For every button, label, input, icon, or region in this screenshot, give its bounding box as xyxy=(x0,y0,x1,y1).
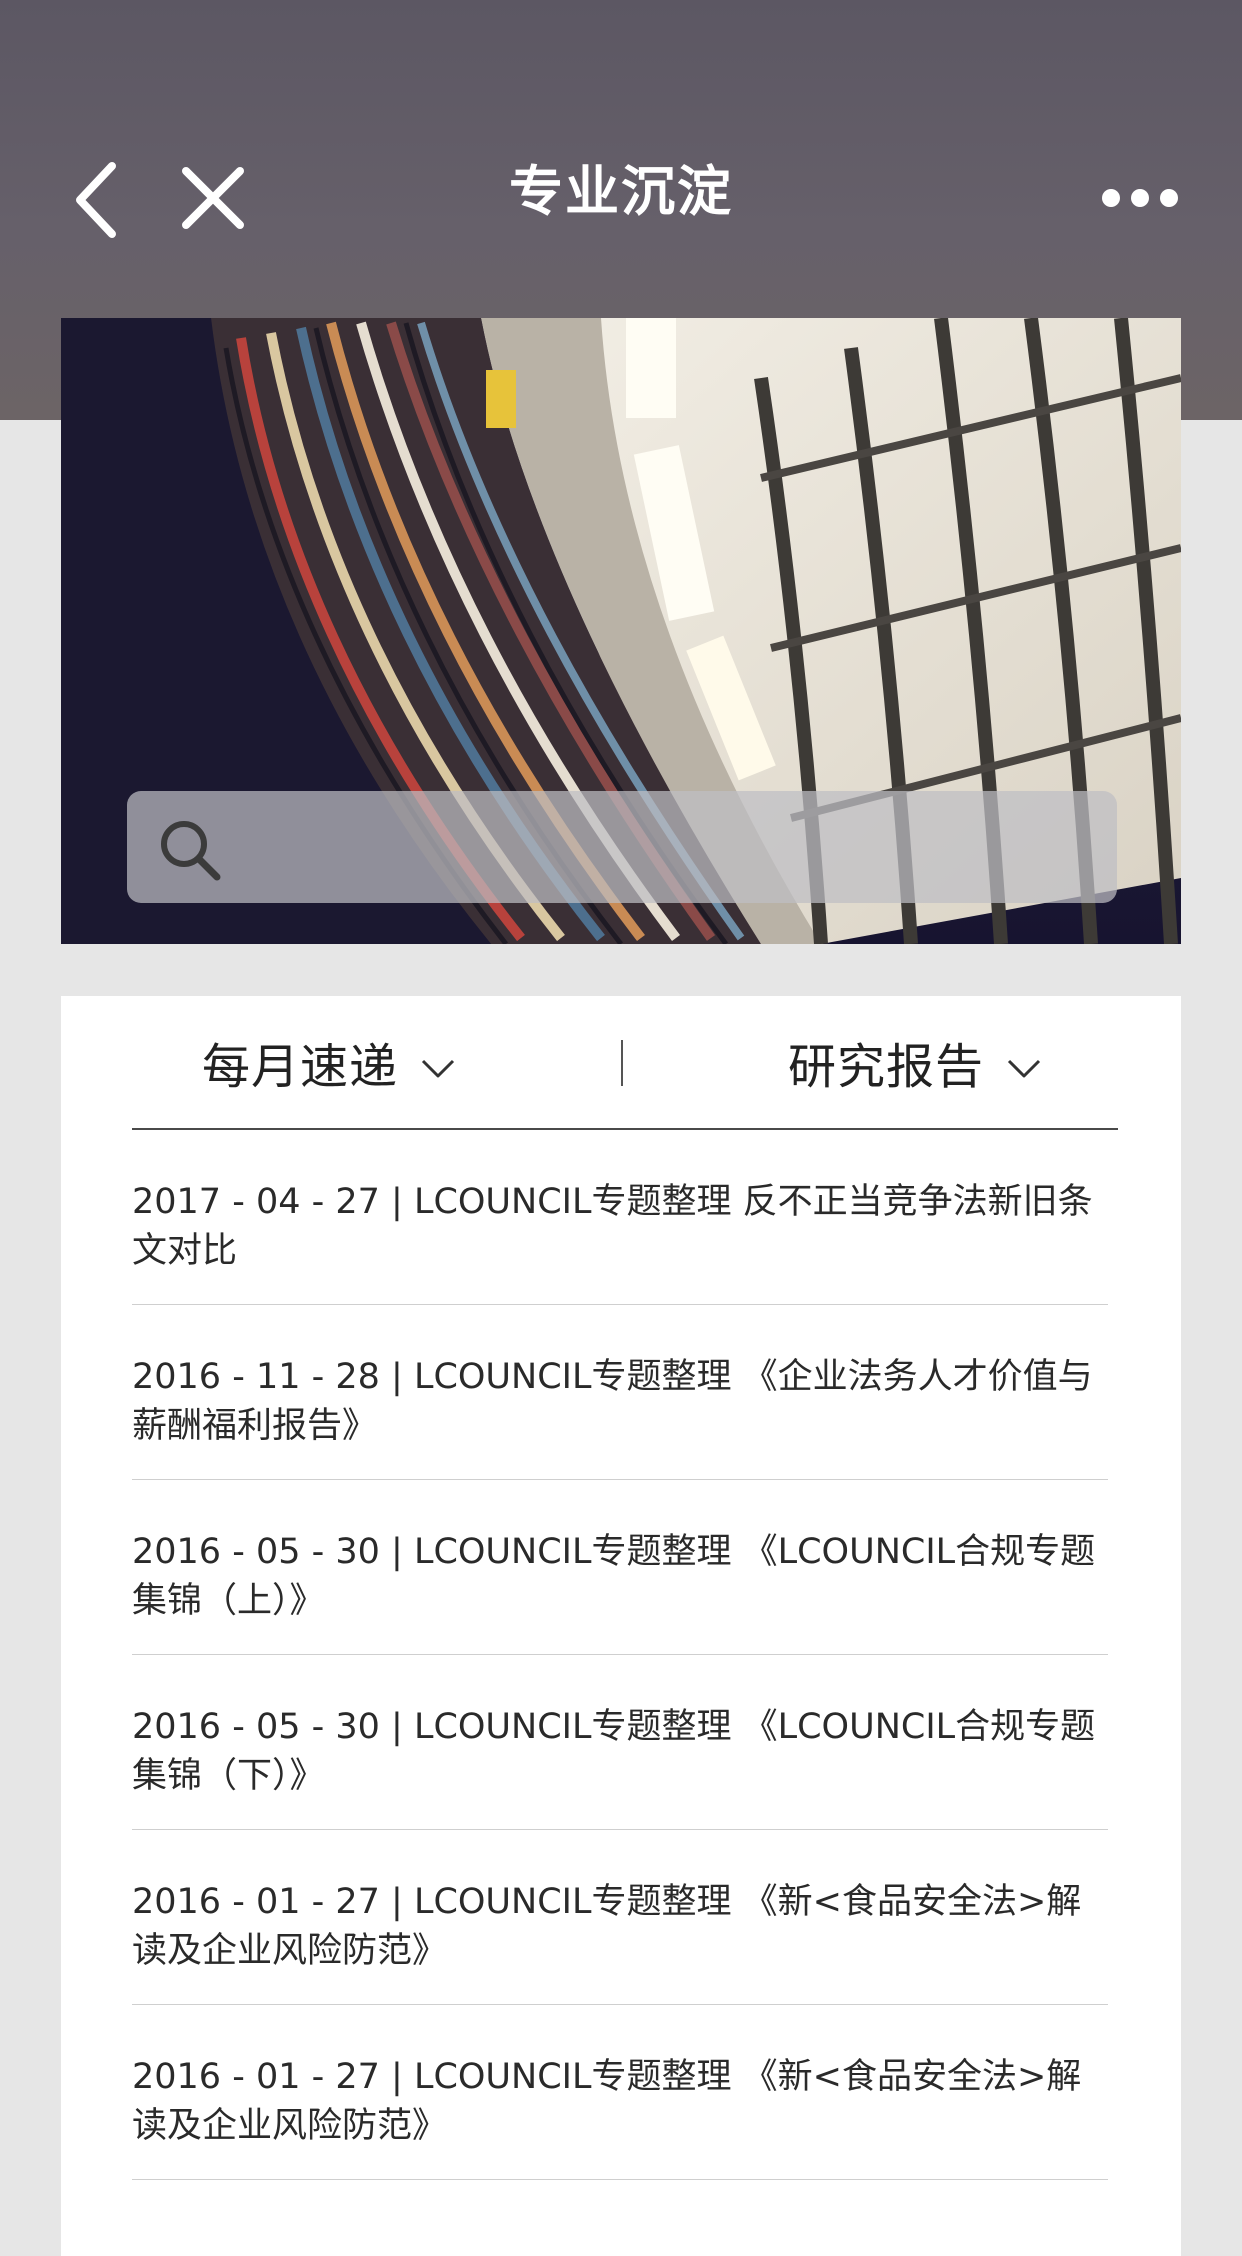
filter-tabs: 每月速递 研究报告 xyxy=(132,996,1118,1130)
search-icon xyxy=(161,821,221,881)
list-item[interactable]: 2016 - 05 - 30 | LCOUNCIL专题整理 《LCOUNCIL合… xyxy=(132,1655,1108,1830)
article-title: 2016 - 01 - 27 | LCOUNCIL专题整理 《新<食品安全法>解… xyxy=(132,2057,1082,2146)
content-card: 每月速递 研究报告 2017 - 04 - 27 | LCOUNCIL专题整理 … xyxy=(61,996,1181,2256)
list-item[interactable]: 2016 - 01 - 27 | LCOUNCIL专题整理 《新<食品安全法>解… xyxy=(132,1830,1108,2005)
research-filter-label: 研究报告 xyxy=(788,1039,985,1095)
chevron-down-icon xyxy=(421,1059,455,1078)
close-icon[interactable] xyxy=(180,165,246,231)
list-item[interactable]: 2016 - 11 - 28 | LCOUNCIL专题整理 《企业法务人才价值与… xyxy=(132,1305,1108,1480)
article-title: 2016 - 05 - 30 | LCOUNCIL专题整理 《LCOUNCIL合… xyxy=(132,1532,1096,1621)
list-item[interactable]: 2016 - 05 - 30 | LCOUNCIL专题整理 《LCOUNCIL合… xyxy=(132,1480,1108,1655)
banner-image xyxy=(61,318,1181,944)
filter-divider xyxy=(621,1040,623,1086)
article-title: 2016 - 11 - 28 | LCOUNCIL专题整理 《企业法务人才价值与… xyxy=(132,1357,1093,1446)
page-title: 专业沉淀 xyxy=(509,160,733,223)
article-title: 2017 - 04 - 27 | LCOUNCIL专题整理 反不正当竞争法新旧条… xyxy=(132,1182,1093,1271)
more-dots-icon[interactable] xyxy=(1100,178,1180,218)
article-list: 2017 - 04 - 27 | LCOUNCIL专题整理 反不正当竞争法新旧条… xyxy=(132,1130,1118,2180)
search-bar[interactable] xyxy=(127,791,1117,903)
list-item[interactable]: 2016 - 01 - 27 | LCOUNCIL专题整理 《新<食品安全法>解… xyxy=(132,2005,1108,2180)
search-input[interactable] xyxy=(237,811,1091,885)
list-item[interactable]: 2017 - 04 - 27 | LCOUNCIL专题整理 反不正当竞争法新旧条… xyxy=(132,1130,1108,1305)
chevron-left-icon[interactable] xyxy=(70,160,130,240)
research-filter-dropdown[interactable]: 研究报告 xyxy=(788,1032,1042,1095)
article-title: 2016 - 01 - 27 | LCOUNCIL专题整理 《新<食品安全法>解… xyxy=(132,1882,1082,1971)
article-title: 2016 - 05 - 30 | LCOUNCIL专题整理 《LCOUNCIL合… xyxy=(132,1707,1096,1796)
monthly-filter-label: 每月速递 xyxy=(202,1039,399,1095)
monthly-filter-dropdown[interactable]: 每月速递 xyxy=(202,1032,456,1095)
chevron-down-icon xyxy=(1007,1059,1041,1078)
